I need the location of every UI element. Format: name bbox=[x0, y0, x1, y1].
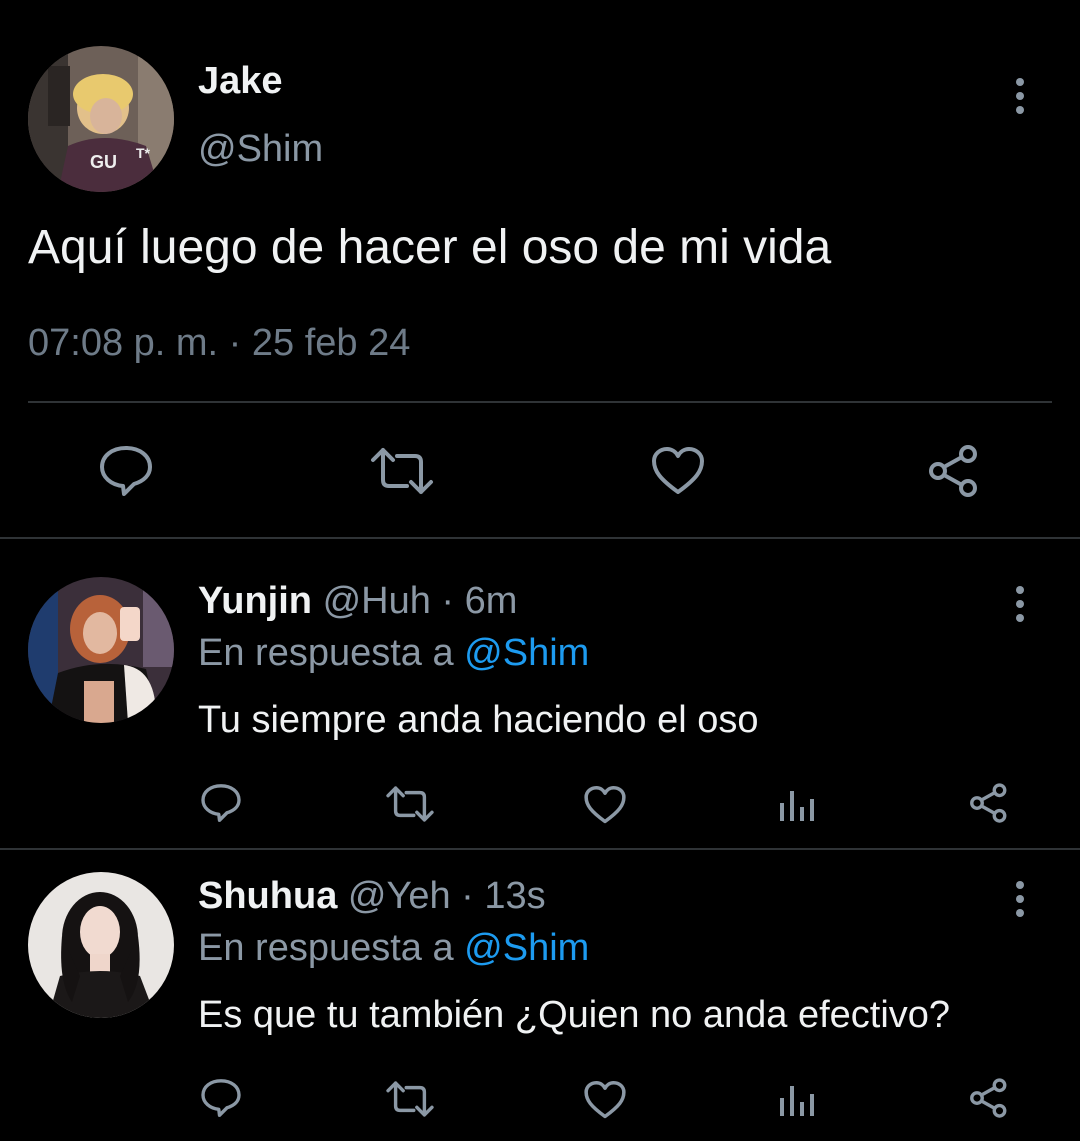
share-icon[interactable] bbox=[968, 782, 1010, 824]
share-icon[interactable] bbox=[926, 444, 982, 498]
reply-context: En respuesta a @Shim bbox=[198, 632, 589, 675]
divider bbox=[28, 401, 1052, 403]
retweet-icon[interactable] bbox=[369, 446, 435, 496]
reply-icon[interactable] bbox=[98, 444, 154, 498]
mention-link[interactable]: @Shim bbox=[464, 927, 589, 969]
reply-icon[interactable] bbox=[200, 1077, 242, 1119]
reply-prefix: En respuesta a bbox=[198, 927, 465, 969]
reply-prefix: En respuesta a bbox=[198, 632, 465, 674]
avatar[interactable] bbox=[28, 577, 174, 723]
reply-text: Tu siempre anda haciendo el oso bbox=[198, 699, 759, 741]
author-handle[interactable]: @Shim bbox=[198, 128, 323, 171]
meta-separator: · bbox=[450, 875, 485, 917]
like-icon[interactable] bbox=[583, 1080, 627, 1120]
tweet-timestamp[interactable]: 07:08 p. m. · 25 feb 24 bbox=[28, 322, 410, 365]
like-icon[interactable] bbox=[650, 446, 706, 496]
tweet-text: Aquí luego de hacer el oso de mi vida bbox=[28, 221, 832, 274]
retweet-icon[interactable] bbox=[385, 785, 435, 823]
reply-text: Es que tu también ¿Quien no anda efectiv… bbox=[198, 994, 951, 1036]
reply-author-name[interactable]: Yunjin bbox=[198, 580, 312, 622]
more-options-icon[interactable] bbox=[1004, 584, 1036, 624]
more-options-icon[interactable] bbox=[1004, 76, 1036, 116]
reply-icon[interactable] bbox=[200, 782, 242, 824]
divider bbox=[0, 537, 1080, 539]
avatar[interactable]: GU T* bbox=[28, 46, 174, 192]
meta-separator: · bbox=[430, 580, 465, 622]
reply-time[interactable]: 13s bbox=[484, 875, 545, 917]
views-icon[interactable] bbox=[778, 785, 816, 823]
svg-text:T*: T* bbox=[136, 145, 151, 161]
reply-time[interactable]: 6m bbox=[465, 580, 518, 622]
divider bbox=[0, 848, 1080, 850]
author-name[interactable]: Jake bbox=[198, 60, 283, 103]
avatar[interactable] bbox=[28, 872, 174, 1018]
share-icon[interactable] bbox=[968, 1077, 1010, 1119]
reply-context: En respuesta a @Shim bbox=[198, 927, 589, 970]
retweet-icon[interactable] bbox=[385, 1080, 435, 1118]
views-icon[interactable] bbox=[778, 1080, 816, 1118]
like-icon[interactable] bbox=[583, 785, 627, 825]
reply-author-name[interactable]: Shuhua bbox=[198, 875, 337, 917]
mention-link[interactable]: @Shim bbox=[464, 632, 589, 674]
more-options-icon[interactable] bbox=[1004, 879, 1036, 919]
svg-text:GU: GU bbox=[90, 152, 117, 172]
reply-author-handle[interactable]: @Yeh bbox=[348, 875, 451, 917]
reply-author-handle[interactable]: @Huh bbox=[323, 580, 431, 622]
